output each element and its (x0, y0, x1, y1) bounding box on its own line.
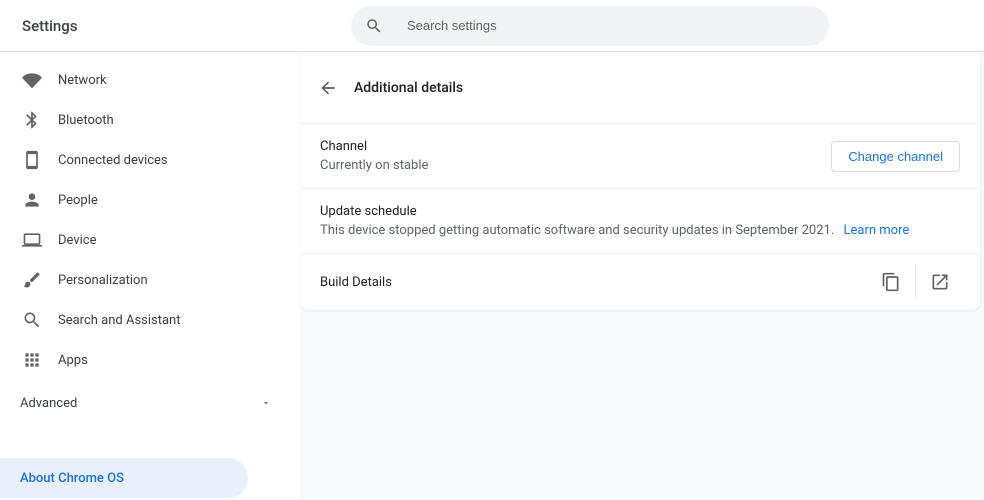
app-title: Settings (0, 17, 300, 35)
search-input[interactable] (405, 17, 815, 34)
copy-icon (881, 272, 901, 292)
sidebar: Network Bluetooth Connected devices Peop… (0, 52, 300, 500)
open-in-new-icon (930, 272, 950, 292)
update-schedule-row: Update schedule This device stopped gett… (300, 189, 980, 254)
details-card: Additional details Channel Currently on … (300, 52, 980, 310)
arrow-back-icon (318, 78, 338, 98)
sidebar-item-label: Search and Assistant (58, 313, 181, 328)
sidebar-item-network[interactable]: Network (0, 60, 300, 100)
search-icon (365, 17, 383, 35)
wifi-icon (22, 70, 42, 90)
phone-icon (22, 150, 42, 170)
chevron-down-icon (261, 398, 271, 408)
build-details-row: Build Details (300, 254, 980, 310)
sidebar-item-apps[interactable]: Apps (0, 340, 300, 380)
sidebar-item-search-assistant[interactable]: Search and Assistant (0, 300, 300, 340)
card-header: Additional details (300, 52, 980, 124)
sidebar-item-bluetooth[interactable]: Bluetooth (0, 100, 300, 140)
sidebar-item-label: Network (58, 73, 107, 88)
search-icon (22, 310, 42, 330)
sidebar-item-label: People (58, 193, 98, 208)
apps-icon (22, 350, 42, 370)
sidebar-item-label: Apps (58, 353, 88, 368)
open-external-button[interactable] (920, 262, 960, 302)
sidebar-item-device[interactable]: Device (0, 220, 300, 260)
sidebar-item-personalization[interactable]: Personalization (0, 260, 300, 300)
back-button[interactable] (310, 70, 346, 106)
build-label: Build Details (320, 275, 871, 290)
advanced-label: Advanced (20, 396, 77, 411)
brush-icon (22, 270, 42, 290)
change-channel-button[interactable]: Change channel (831, 141, 960, 172)
person-icon (22, 190, 42, 210)
laptop-icon (22, 230, 42, 250)
content: Additional details Channel Currently on … (300, 52, 984, 500)
sidebar-item-people[interactable]: People (0, 180, 300, 220)
sidebar-item-label: Personalization (58, 273, 148, 288)
sidebar-item-label: Connected devices (58, 153, 168, 168)
update-label: Update schedule (320, 204, 960, 219)
divider (915, 264, 916, 300)
bluetooth-icon (22, 110, 42, 130)
body: Network Bluetooth Connected devices Peop… (0, 52, 984, 500)
sidebar-item-connected-devices[interactable]: Connected devices (0, 140, 300, 180)
search-wrap (300, 6, 880, 46)
channel-sub: Currently on stable (320, 158, 831, 173)
copy-button[interactable] (871, 262, 911, 302)
sidebar-item-label: Bluetooth (58, 113, 114, 128)
sidebar-item-label: Device (58, 233, 97, 248)
channel-label: Channel (320, 139, 831, 154)
sidebar-item-about-chrome-os[interactable]: About Chrome OS (0, 458, 248, 498)
search-box[interactable] (351, 6, 829, 46)
app-header: Settings (0, 0, 984, 52)
channel-row: Channel Currently on stable Change chann… (300, 124, 980, 189)
about-label: About Chrome OS (20, 471, 124, 486)
update-sub: This device stopped getting automatic so… (320, 223, 960, 238)
learn-more-link[interactable]: Learn more (844, 223, 910, 238)
sidebar-advanced[interactable]: Advanced (0, 380, 300, 426)
page-title: Additional details (354, 80, 463, 96)
